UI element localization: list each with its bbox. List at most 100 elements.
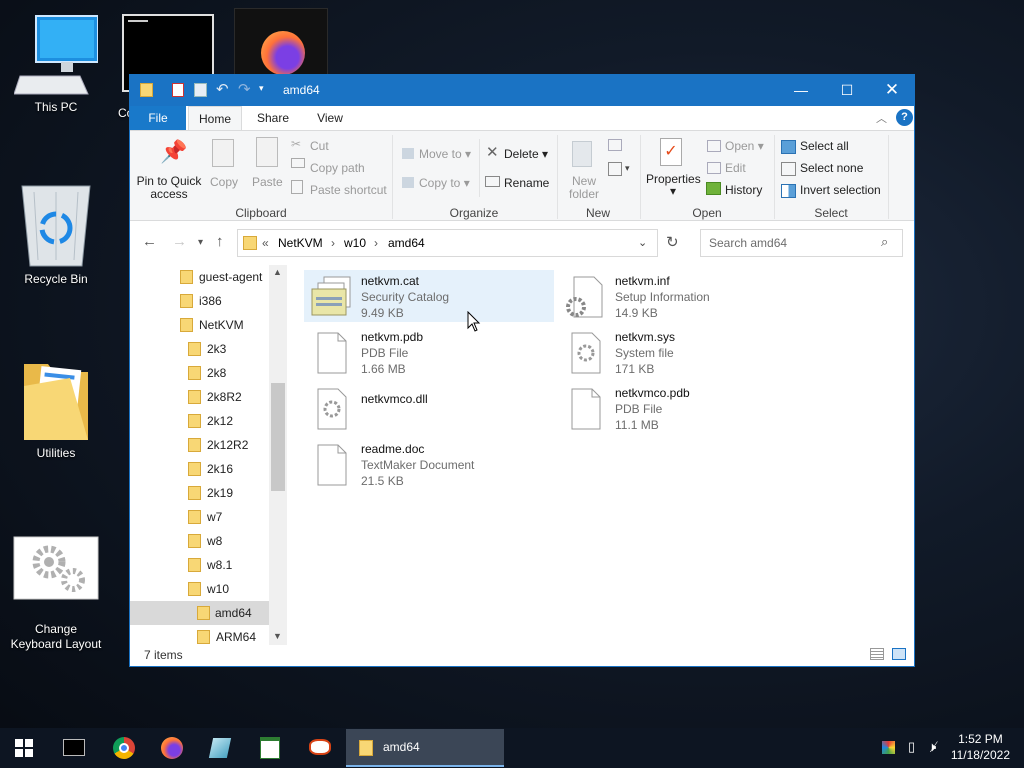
- scroll-down-icon[interactable]: ▼: [273, 631, 282, 641]
- file-type: TextMaker Document: [361, 458, 475, 472]
- tab-share[interactable]: Share: [248, 106, 298, 130]
- chevron-down-icon[interactable]: ▾: [625, 163, 630, 174]
- tree-item-w8[interactable]: w8: [188, 529, 269, 553]
- maximize-button[interactable]: ☐: [824, 75, 870, 106]
- history-button[interactable]: History: [725, 183, 762, 197]
- back-button[interactable]: ←: [142, 233, 157, 250]
- rename-button[interactable]: Rename: [504, 176, 549, 190]
- color-tray-icon[interactable]: [882, 741, 895, 754]
- title-bar[interactable]: ↶ ↷ ▾ amd64 — ☐ ✕: [130, 75, 914, 106]
- paste-shortcut-button[interactable]: Paste shortcut: [310, 183, 387, 197]
- up-button[interactable]: ↑: [216, 233, 224, 250]
- tree-item-2k12[interactable]: 2k12: [188, 409, 269, 433]
- mouse-cursor-icon: [467, 311, 481, 332]
- tree-scrollbar[interactable]: ▲ ▼: [269, 265, 287, 645]
- file-item-netkvm-sys[interactable]: netkvm.sys System file 171 KB: [558, 326, 808, 378]
- file-item-netkvmco-dll[interactable]: netkvmco.dll: [304, 382, 554, 434]
- chevron-down-icon[interactable]: ⌄: [638, 236, 647, 249]
- redo-icon[interactable]: ↷: [238, 80, 251, 98]
- tab-view[interactable]: View: [305, 106, 355, 130]
- customize-qat-icon[interactable]: ▾: [259, 83, 264, 99]
- desktop-icon-change-keyboard-layout[interactable]: Change Keyboard Layout: [8, 536, 104, 652]
- details-view-icon[interactable]: [870, 648, 884, 660]
- breadcrumb-netkvm[interactable]: NetKVM: [278, 236, 323, 250]
- new-folder-quick-icon[interactable]: [194, 83, 207, 97]
- file-item-netkvm-pdb[interactable]: netkvm.pdb PDB File 1.66 MB: [304, 326, 554, 378]
- tab-home[interactable]: Home: [188, 106, 242, 131]
- tree-item-netkvm[interactable]: NetKVM: [180, 313, 269, 337]
- open-button[interactable]: Open ▾: [725, 139, 764, 153]
- breadcrumb-w10[interactable]: w10: [344, 236, 366, 250]
- file-item-netkvmco-pdb[interactable]: netkvmco.pdb PDB File 11.1 MB: [558, 382, 808, 434]
- tree-item-2k16[interactable]: 2k16: [188, 457, 269, 481]
- breadcrumb-separator-icon[interactable]: ›: [331, 236, 335, 250]
- copy-path-button[interactable]: Copy path: [310, 161, 365, 175]
- scroll-up-icon[interactable]: ▲: [273, 267, 282, 277]
- taskbar-explorer-window[interactable]: amd64: [346, 729, 504, 767]
- desktop-icon-firefox[interactable]: [234, 8, 330, 76]
- taskbar-cmd[interactable]: [50, 728, 98, 768]
- collapse-ribbon-icon[interactable]: ︿: [876, 110, 887, 126]
- tree-item-guest-agent[interactable]: guest-agent: [180, 265, 269, 289]
- tree-item-amd64[interactable]: amd64: [130, 601, 269, 625]
- volume-muted-icon[interactable]: 🕨̸: [928, 739, 936, 755]
- folder-icon: [140, 83, 153, 97]
- select-none-button[interactable]: Select none: [800, 161, 863, 175]
- desktop-icon-utilities[interactable]: Utilities: [14, 356, 98, 461]
- undo-icon[interactable]: ↶: [216, 80, 229, 98]
- tree-item-2k8[interactable]: 2k8: [188, 361, 269, 385]
- breadcrumb-separator-icon[interactable]: ›: [374, 236, 378, 250]
- help-icon[interactable]: ?: [896, 109, 913, 126]
- cut-button[interactable]: Cut: [310, 139, 329, 153]
- search-input[interactable]: Search amd64 ⌕: [700, 229, 903, 257]
- file-type: PDB File: [615, 402, 663, 416]
- system-clock[interactable]: 1:52 PM 11/18/2022: [951, 731, 1010, 763]
- properties-button[interactable]: Properties ▾: [646, 173, 701, 197]
- forward-button[interactable]: →: [172, 233, 187, 250]
- address-bar[interactable]: « NetKVM › w10 › amd64 ⌄: [237, 229, 658, 257]
- edit-button[interactable]: Edit: [725, 161, 746, 175]
- file-item-readme-doc[interactable]: readme.doc TextMaker Document 21.5 KB: [304, 438, 554, 490]
- select-all-button[interactable]: Select all: [800, 139, 849, 153]
- minimize-button[interactable]: —: [778, 75, 824, 106]
- copy-button[interactable]: Copy: [210, 175, 238, 189]
- invert-selection-button[interactable]: Invert selection: [800, 183, 881, 197]
- tree-item-w7[interactable]: w7: [188, 505, 269, 529]
- refresh-button[interactable]: ↻: [666, 233, 679, 251]
- tree-item-w8-1[interactable]: w8.1: [188, 553, 269, 577]
- new-folder-button[interactable]: New folder: [566, 175, 602, 201]
- taskbar-chrome[interactable]: [100, 728, 148, 768]
- taskbar-planmaker[interactable]: [246, 728, 294, 768]
- taskbar-app-crystal[interactable]: [196, 728, 244, 768]
- delete-button[interactable]: Delete ▾: [504, 147, 548, 161]
- start-button[interactable]: [0, 728, 48, 768]
- taskbar-presentations[interactable]: [296, 728, 344, 768]
- properties-quick-icon[interactable]: [172, 83, 184, 97]
- usb-icon[interactable]: ▯: [908, 739, 915, 755]
- desktop-icon-label: Recycle Bin: [24, 272, 88, 286]
- taskbar-firefox[interactable]: [148, 728, 196, 768]
- desktop-icon-recycle-bin[interactable]: Recycle Bin: [14, 182, 98, 287]
- folder-icon: [180, 294, 193, 308]
- breadcrumb-amd64[interactable]: amd64: [388, 236, 425, 250]
- tree-item-2k12r2[interactable]: 2k12R2: [188, 433, 269, 457]
- tree-item-i386[interactable]: i386: [180, 289, 269, 313]
- tree-item-w10[interactable]: w10: [188, 577, 269, 601]
- paste-button[interactable]: Paste: [252, 175, 283, 189]
- large-icons-view-icon[interactable]: [892, 648, 906, 660]
- tree-item-arm64[interactable]: ARM64: [197, 625, 269, 649]
- recent-locations-icon[interactable]: ▾: [198, 237, 203, 248]
- close-button[interactable]: ✕: [869, 75, 914, 106]
- file-item-netkvm-inf[interactable]: netkvm.inf Setup Information 14.9 KB: [558, 270, 808, 322]
- tree-item-2k19[interactable]: 2k19: [188, 481, 269, 505]
- copy-to-button[interactable]: Copy to ▾: [419, 176, 470, 190]
- pin-to-quick-access-button[interactable]: Pin to Quick access: [136, 175, 202, 201]
- file-size: 171 KB: [615, 362, 655, 376]
- address-overflow[interactable]: «: [262, 236, 269, 250]
- tree-item-2k3[interactable]: 2k3: [188, 337, 269, 361]
- move-to-button[interactable]: Move to ▾: [419, 147, 471, 161]
- tree-item-2k8r2[interactable]: 2k8R2: [188, 385, 269, 409]
- file-item-netkvm-cat[interactable]: netkvm.cat Security Catalog 9.49 KB: [304, 270, 554, 322]
- scrollbar-thumb[interactable]: [271, 383, 285, 491]
- desktop-icon-this-pc[interactable]: This PC: [13, 14, 99, 115]
